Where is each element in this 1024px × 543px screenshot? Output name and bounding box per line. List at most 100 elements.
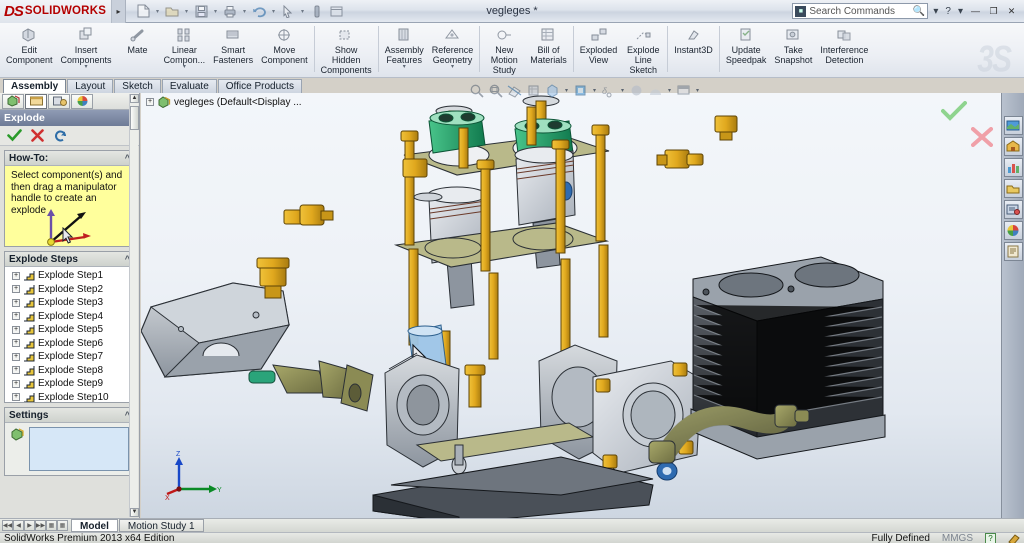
save-caret-icon[interactable]: ▾ (211, 8, 220, 15)
view-settings-caret-icon[interactable]: ▾ (666, 87, 673, 94)
list-item[interactable]: + Explode Step2 (8, 283, 134, 297)
file-explorer-icon[interactable] (1004, 158, 1023, 177)
tab-nav-last-icon[interactable]: ▶▶ (35, 520, 46, 531)
tab-nav-grid1-icon[interactable]: ▦ (46, 520, 57, 531)
chevron-down-icon[interactable]: ▾ (451, 65, 454, 70)
expand-icon[interactable]: + (12, 380, 20, 388)
tab-nav-first-icon[interactable]: ◀◀ (2, 520, 13, 531)
ribbon-button-bill-of-materials[interactable]: Bill of Materials (526, 23, 571, 78)
print-caret-icon[interactable]: ▾ (240, 8, 249, 15)
tab-motion-study-1[interactable]: Motion Study 1 (119, 519, 204, 532)
tab-assembly[interactable]: Assembly (3, 79, 66, 93)
rebuild-icon[interactable] (308, 2, 326, 20)
tab-sketch[interactable]: Sketch (114, 79, 161, 93)
ribbon-button-insert-components[interactable]: Insert Components ▾ (57, 23, 116, 78)
view-orientation-icon[interactable] (525, 82, 542, 99)
list-item[interactable]: + Explode Step7 (8, 350, 134, 364)
scroll-down-icon[interactable]: ▼ (130, 508, 139, 517)
ribbon-button-new-motion-study[interactable]: New Motion Study (482, 23, 526, 78)
list-item[interactable]: + Explode Step3 (8, 296, 134, 310)
print-icon[interactable] (221, 2, 239, 20)
ribbon-button-take-snapshot[interactable]: Take Snapshot (770, 23, 816, 78)
ribbon-button-move-component[interactable]: Move Component (257, 23, 312, 78)
expand-icon[interactable]: + (12, 312, 20, 320)
solidworks-resources-icon[interactable] (1004, 116, 1023, 135)
search-icon[interactable] (1004, 179, 1023, 198)
list-item[interactable]: + Explode Step10 (8, 391, 134, 403)
scroll-up-icon[interactable]: ▲ (130, 94, 139, 103)
tab-evaluate[interactable]: Evaluate (162, 79, 217, 93)
reset-button[interactable] (53, 129, 68, 142)
undo-caret-icon[interactable]: ▾ (269, 8, 278, 15)
expand-icon[interactable]: + (12, 299, 20, 307)
display-style-caret-icon[interactable]: ▾ (563, 87, 570, 94)
save-icon[interactable] (192, 2, 210, 20)
close-button[interactable]: ✕ (1004, 4, 1019, 18)
search-dropdown-caret-icon[interactable]: ▾ (931, 6, 940, 17)
tab-model[interactable]: Model (71, 519, 118, 532)
edit-appearance-icon[interactable]: δ (600, 82, 617, 99)
ribbon-button-update-speedpak[interactable]: Update Speedpak (722, 23, 771, 78)
chevron-down-icon[interactable]: ▾ (85, 65, 88, 70)
qat-expand-arrow[interactable]: ▸ (112, 0, 126, 23)
list-item[interactable]: + Explode Step1 (8, 269, 134, 283)
ribbon-button-show-hidden-components[interactable]: Show Hidden Components (317, 23, 376, 78)
ribbon-button-interference-detection[interactable]: Interference Detection (816, 23, 872, 78)
search-commands-box[interactable]: ■ Search Commands 🔍 (792, 3, 928, 19)
view-settings-icon[interactable] (647, 82, 664, 99)
cursor-icon[interactable] (279, 2, 297, 20)
ribbon-button-smart-fasteners[interactable]: Smart Fasteners (209, 23, 257, 78)
display-manager-tab[interactable] (71, 94, 93, 109)
components-selection-field[interactable] (29, 427, 129, 471)
units-indicator[interactable]: MMGS (942, 533, 973, 543)
hide-show-caret-icon[interactable]: ▾ (591, 87, 598, 94)
explode-steps-list[interactable]: + Explode Step1 + Explode Step2 + Explod… (5, 267, 134, 402)
tab-nav-next-icon[interactable]: ▶ (24, 520, 35, 531)
graphics-viewport[interactable]: + vegleges (Default<Display ... (141, 93, 1001, 518)
list-item[interactable]: + Explode Step6 (8, 337, 134, 351)
apply-scene-icon[interactable] (628, 82, 645, 99)
ok-button[interactable] (7, 129, 22, 142)
help-caret-icon[interactable]: ▾ (956, 6, 965, 17)
list-item[interactable]: + Explode Step8 (8, 364, 134, 378)
expand-icon[interactable]: + (12, 339, 20, 347)
ribbon-button-assembly-features[interactable]: Assembly Features ▾ (381, 23, 428, 78)
property-manager-tab[interactable] (25, 94, 47, 109)
tab-nav-prev-icon[interactable]: ◀ (13, 520, 24, 531)
feature-manager-tab[interactable] (2, 94, 24, 109)
ribbon-button-edit-component[interactable]: Edit Component (2, 23, 57, 78)
view-palette-icon[interactable] (1004, 200, 1023, 219)
search-input[interactable]: Search Commands (809, 6, 895, 17)
cancel-button[interactable] (31, 129, 44, 142)
ribbon-button-exploded-view[interactable]: Exploded View (576, 23, 622, 78)
list-item[interactable]: + Explode Step9 (8, 377, 134, 391)
expand-icon[interactable]: + (12, 366, 20, 374)
appearances-scenes-icon[interactable] (1004, 221, 1023, 240)
ribbon-button-reference-geometry[interactable]: Reference Geometry ▾ (428, 23, 478, 78)
tab-nav-grid2-icon[interactable]: ▦ (57, 520, 68, 531)
zoom-to-area-icon[interactable] (487, 82, 504, 99)
configuration-manager-tab[interactable] (48, 94, 70, 109)
design-library-icon[interactable] (1004, 137, 1023, 156)
scrollbar-thumb[interactable] (130, 106, 139, 130)
panel-scrollbar[interactable]: ▲ ▼ (129, 94, 138, 517)
expand-icon[interactable]: + (12, 326, 20, 334)
ribbon-button-linear-component-pattern[interactable]: Linear Compon... ▾ (160, 23, 210, 78)
ribbon-button-instant3d[interactable]: Instant3D (670, 23, 717, 78)
new-icon[interactable] (134, 2, 152, 20)
section-view-icon[interactable] (506, 82, 523, 99)
viewport-icon[interactable] (675, 82, 692, 99)
chevron-down-icon[interactable]: ▾ (403, 65, 406, 70)
expand-icon[interactable]: + (12, 393, 20, 401)
appearance-caret-icon[interactable]: ▾ (619, 87, 626, 94)
search-icon[interactable]: 🔍 (913, 6, 925, 17)
tab-layout[interactable]: Layout (67, 79, 113, 93)
help-icon[interactable]: ? (943, 6, 953, 17)
list-item[interactable]: + Explode Step4 (8, 310, 134, 324)
expand-icon[interactable]: + (12, 272, 20, 280)
display-style-icon[interactable] (544, 82, 561, 99)
open-caret-icon[interactable]: ▾ (182, 8, 191, 15)
minimize-button[interactable]: — (968, 4, 983, 18)
tab-office-products[interactable]: Office Products (218, 79, 302, 93)
viewport-caret-icon[interactable]: ▾ (694, 87, 701, 94)
